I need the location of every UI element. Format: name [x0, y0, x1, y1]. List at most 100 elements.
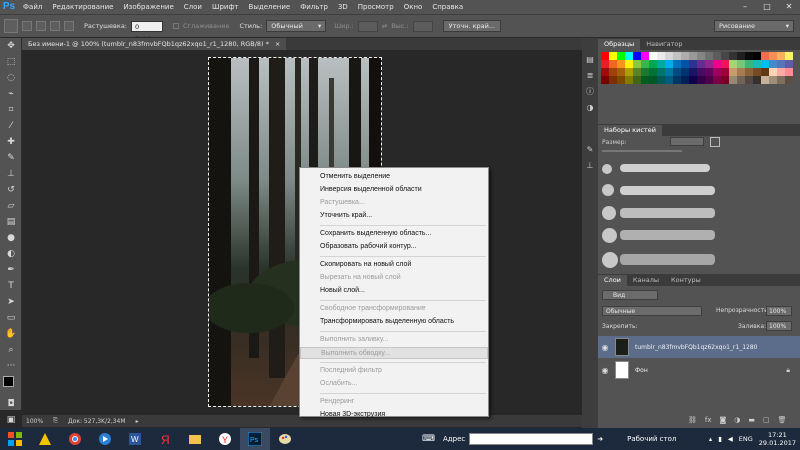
- subtract-selection-icon[interactable]: [50, 21, 60, 31]
- color-swatch[interactable]: [753, 52, 761, 60]
- taskbar-app-player[interactable]: [90, 428, 120, 450]
- color-swatch[interactable]: [665, 76, 673, 84]
- move-tool-icon[interactable]: ✥: [0, 38, 22, 54]
- type-tool-icon[interactable]: T: [0, 278, 22, 294]
- menu-3d[interactable]: 3D: [333, 0, 353, 14]
- quick-mask-icon[interactable]: ◘: [0, 396, 22, 412]
- layer-row[interactable]: ◉ tumblr_n83fmvbFQb1qz62xqo1_r1_1280: [598, 336, 800, 358]
- color-swatch[interactable]: [601, 60, 609, 68]
- color-swatch[interactable]: [601, 52, 609, 60]
- context-menu-item[interactable]: Трансформировать выделенную область: [300, 316, 488, 328]
- brush-tool-icon[interactable]: ✎: [0, 150, 22, 166]
- opacity-input[interactable]: 100%: [766, 306, 792, 316]
- color-swatch[interactable]: [745, 60, 753, 68]
- taskbar-app-word[interactable]: W: [120, 428, 150, 450]
- menu-image[interactable]: Изображение: [118, 0, 178, 14]
- context-menu-item[interactable]: Последний фильтр: [300, 365, 488, 377]
- color-swatch[interactable]: [609, 52, 617, 60]
- tab-paths[interactable]: Контуры: [665, 275, 707, 286]
- color-swatch[interactable]: [753, 60, 761, 68]
- maximize-icon[interactable]: □: [756, 0, 778, 14]
- keyboard-icon[interactable]: ⌨: [422, 434, 435, 444]
- address-input[interactable]: [469, 433, 594, 445]
- volume-icon[interactable]: ◀: [728, 435, 733, 443]
- color-swatch[interactable]: [625, 60, 633, 68]
- color-swatch[interactable]: [649, 76, 657, 84]
- context-menu-item[interactable]: Ослабить...: [300, 378, 488, 390]
- close-icon[interactable]: ✕: [778, 0, 800, 14]
- zoom-level[interactable]: 100%: [26, 418, 43, 425]
- context-menu-item[interactable]: Свободное трансформирование: [300, 303, 488, 315]
- taskbar-app-paint[interactable]: [270, 428, 300, 450]
- brush-preset-dot[interactable]: [602, 206, 616, 220]
- color-swatch[interactable]: [665, 60, 673, 68]
- color-swatch[interactable]: [657, 76, 665, 84]
- color-swatch[interactable]: [777, 76, 785, 84]
- color-swatch[interactable]: [705, 60, 713, 68]
- tray-expand-icon[interactable]: ▴: [709, 435, 712, 443]
- brush-preset-dot[interactable]: [602, 228, 617, 243]
- color-swatch[interactable]: [761, 68, 769, 76]
- dodge-tool-icon[interactable]: ◐: [0, 246, 22, 262]
- refine-edge-button[interactable]: Уточн. край...: [442, 20, 502, 32]
- color-swatch[interactable]: [785, 60, 793, 68]
- color-swatch[interactable]: [713, 76, 721, 84]
- tab-close-icon[interactable]: ×: [275, 38, 280, 50]
- minimize-icon[interactable]: –: [734, 0, 756, 14]
- new-selection-icon[interactable]: [22, 21, 32, 31]
- swap-icon[interactable]: ⇄: [382, 22, 387, 30]
- context-menu-item[interactable]: Отменить выделение: [300, 171, 488, 183]
- taskbar-app-explorer[interactable]: [180, 428, 210, 450]
- color-swatch[interactable]: [785, 76, 793, 84]
- context-menu-item[interactable]: Уточнить край...: [300, 210, 488, 222]
- color-swatch[interactable]: [737, 68, 745, 76]
- gradient-tool-icon[interactable]: ▤: [0, 214, 22, 230]
- visibility-eye-icon[interactable]: ◉: [598, 366, 612, 375]
- color-swatch[interactable]: [601, 76, 609, 84]
- brush-preset-list[interactable]: [598, 156, 800, 278]
- color-swatch[interactable]: [633, 68, 641, 76]
- color-swatch[interactable]: [713, 68, 721, 76]
- color-swatch[interactable]: [721, 76, 729, 84]
- color-swatch[interactable]: [673, 68, 681, 76]
- path-select-tool-icon[interactable]: ➤: [0, 294, 22, 310]
- color-swatch[interactable]: [657, 52, 665, 60]
- healing-brush-tool-icon[interactable]: ✚: [0, 134, 22, 150]
- brush-size-input[interactable]: [670, 137, 704, 146]
- menu-help[interactable]: Справка: [427, 0, 468, 14]
- delete-layer-icon[interactable]: 🗑︎: [778, 416, 787, 424]
- color-swatch[interactable]: [689, 60, 697, 68]
- color-swatch[interactable]: [777, 68, 785, 76]
- color-swatch[interactable]: [721, 68, 729, 76]
- color-swatch[interactable]: [697, 76, 705, 84]
- color-swatch[interactable]: [769, 60, 777, 68]
- visibility-eye-icon[interactable]: ◉: [598, 343, 612, 352]
- eyedropper-tool-icon[interactable]: ⁄: [0, 118, 22, 134]
- color-swatch[interactable]: [641, 60, 649, 68]
- taskbar-app-chrome[interactable]: [60, 428, 90, 450]
- brush-settings-icon[interactable]: ✎: [582, 142, 598, 158]
- color-swatch[interactable]: [601, 68, 609, 76]
- context-menu-item[interactable]: Новый слой...: [300, 285, 488, 297]
- antialias-checkbox[interactable]: [173, 23, 179, 29]
- menu-file[interactable]: Файл: [18, 0, 47, 14]
- color-swatch[interactable]: [713, 60, 721, 68]
- context-menu-item[interactable]: Сохранить выделенную область...: [300, 228, 488, 240]
- adjustments-icon[interactable]: ◑: [582, 100, 598, 116]
- document-tab[interactable]: Без имени-1 @ 100% (tumblr_n83fmvbFQb1qz…: [22, 38, 287, 50]
- color-swatch[interactable]: [777, 60, 785, 68]
- context-menu-item[interactable]: Выполнить заливку...: [300, 334, 488, 346]
- blend-mode-select[interactable]: Обычные: [602, 306, 702, 316]
- color-swatch[interactable]: [697, 68, 705, 76]
- zoom-tool-icon[interactable]: ⌕: [0, 342, 22, 358]
- color-swatch[interactable]: [649, 68, 657, 76]
- clock[interactable]: 17:21 29.01.2017: [759, 431, 796, 447]
- color-swatch[interactable]: [625, 76, 633, 84]
- color-swatch[interactable]: [737, 60, 745, 68]
- color-swatch[interactable]: [769, 76, 777, 84]
- more-tools-icon[interactable]: ···: [0, 358, 22, 374]
- swatch-grid[interactable]: [601, 52, 793, 84]
- quick-select-tool-icon[interactable]: ⌁: [0, 86, 22, 102]
- feather-input[interactable]: 0 пикс.: [131, 20, 163, 42]
- clone-source-icon[interactable]: ⊥: [582, 158, 598, 174]
